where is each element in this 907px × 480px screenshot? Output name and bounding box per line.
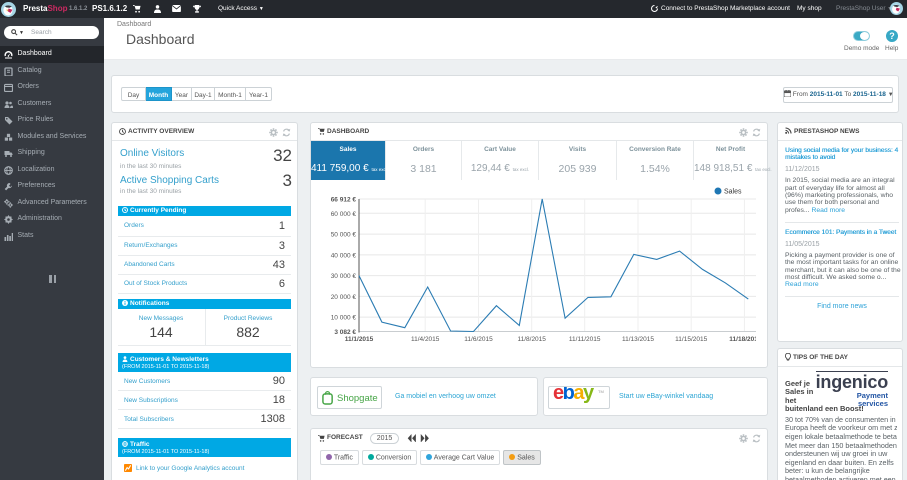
svg-text:11/13/2015: 11/13/2015	[622, 336, 654, 343]
svg-text:11/1/2015: 11/1/2015	[345, 336, 374, 343]
svg-text:30 000 €: 30 000 €	[331, 273, 357, 280]
svg-text:40 000 €: 40 000 €	[331, 252, 357, 259]
svg-text:60 000 €: 60 000 €	[331, 211, 357, 218]
svg-text:66 912 €: 66 912 €	[331, 197, 357, 204]
svg-text:11/18/2015: 11/18/2015	[729, 336, 756, 343]
svg-text:10 000 €: 10 000 €	[331, 315, 357, 322]
svg-text:50 000 €: 50 000 €	[331, 232, 357, 239]
svg-text:11/8/2015: 11/8/2015	[517, 336, 546, 343]
svg-text:11/11/2015: 11/11/2015	[569, 336, 601, 343]
svg-text:20 000 €: 20 000 €	[331, 294, 357, 301]
svg-text:3 082 €: 3 082 €	[334, 329, 356, 336]
svg-text:Sales: Sales	[724, 189, 742, 196]
svg-text:11/15/2015: 11/15/2015	[675, 336, 707, 343]
svg-text:11/6/2015: 11/6/2015	[464, 336, 493, 343]
svg-text:11/4/2015: 11/4/2015	[411, 336, 440, 343]
